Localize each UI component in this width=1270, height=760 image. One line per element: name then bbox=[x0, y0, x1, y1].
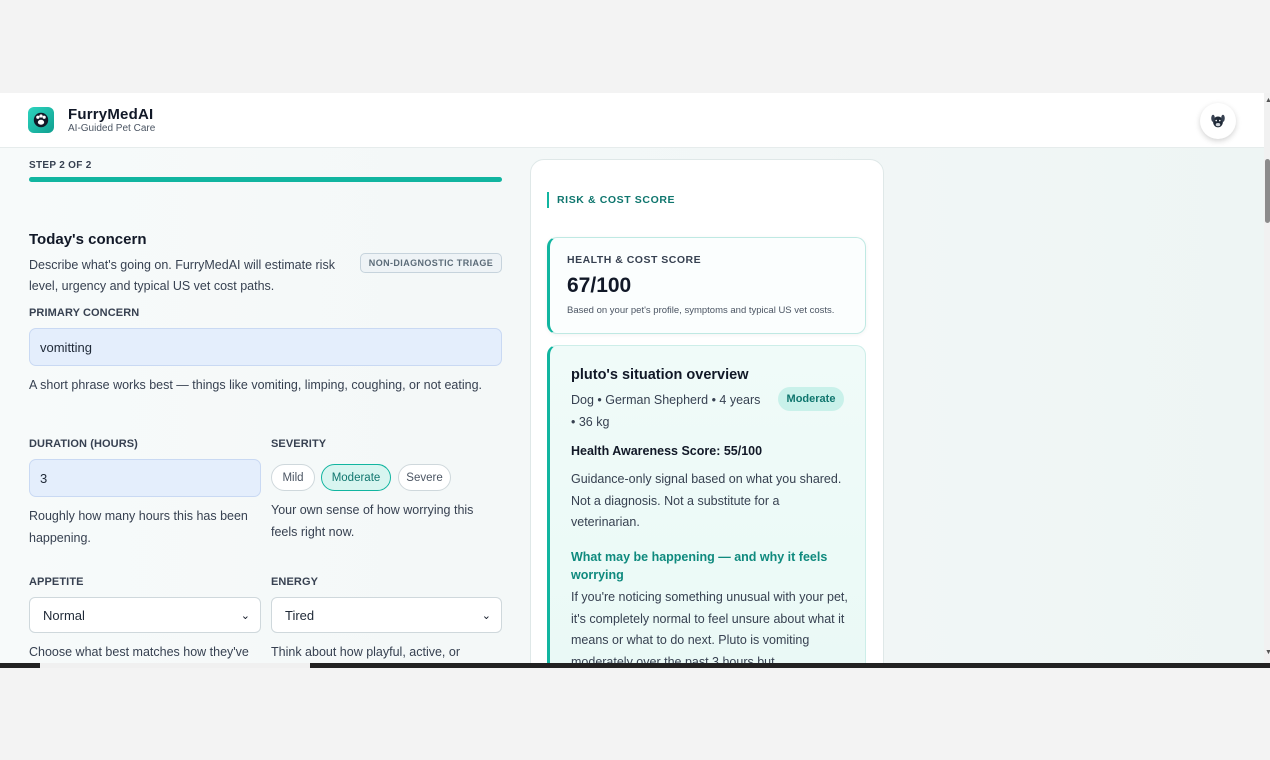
scroll-up-icon[interactable]: ▲ bbox=[1265, 97, 1270, 104]
step-progress-fill bbox=[29, 177, 502, 182]
duration-label: DURATION (HOURS) bbox=[29, 438, 138, 450]
panel-heading: RISK & COST SCORE bbox=[547, 192, 675, 208]
overview-subheading: What may be happening — and why it feels… bbox=[571, 550, 828, 582]
brand-tagline: AI-Guided Pet Care bbox=[68, 123, 156, 134]
overview-body: If you're noticing something unusual wit… bbox=[571, 590, 848, 663]
scrollbar-thumb[interactable] bbox=[1265, 159, 1270, 223]
step-label: STEP 2 OF 2 bbox=[29, 160, 92, 171]
score-label: HEALTH & COST SCORE bbox=[567, 254, 702, 266]
appetite-helper: Choose what best matches how they've bbox=[29, 645, 249, 659]
guidance-note: Guidance-only signal based on what you s… bbox=[571, 472, 842, 529]
dog-avatar-icon[interactable] bbox=[1200, 103, 1236, 139]
duration-input[interactable] bbox=[29, 459, 261, 497]
score-note: Based on your pet's profile, symptoms an… bbox=[567, 305, 835, 316]
paw-icon[interactable] bbox=[28, 107, 54, 133]
awareness-score: Health Awareness Score: 55/100 bbox=[571, 444, 763, 458]
severity-option-moderate[interactable]: Moderate bbox=[321, 464, 391, 491]
scroll-down-icon[interactable]: ▼ bbox=[1265, 649, 1270, 656]
chevron-down-icon: ⌄ bbox=[481, 609, 491, 622]
energy-label: ENERGY bbox=[271, 576, 319, 588]
app-viewport: FurryMedAI AI-Guided Pet Care STEP 2 OF … bbox=[0, 93, 1270, 663]
energy-select-value: Tired bbox=[285, 607, 315, 623]
energy-select[interactable]: Tired ⌄ bbox=[271, 597, 502, 633]
overview-pet-details: Dog • German Shepherd • 4 years • 36 kg bbox=[571, 393, 761, 429]
energy-helper: Think about how playful, active, or bbox=[271, 645, 460, 659]
brand-title[interactable]: FurryMedAI bbox=[68, 106, 153, 123]
step-progress-bar bbox=[29, 177, 502, 182]
severity-option-severe[interactable]: Severe bbox=[398, 464, 451, 491]
appetite-select-value: Normal bbox=[43, 607, 85, 623]
severity-helper: Your own sense of how worrying this feel… bbox=[271, 503, 474, 539]
triage-badge: NON-DIAGNOSTIC TRIAGE bbox=[360, 253, 502, 273]
severity-option-mild[interactable]: Mild bbox=[271, 464, 315, 491]
section-description: Describe what's going on. FurryMedAI wil… bbox=[29, 258, 335, 293]
score-value: 67/100 bbox=[567, 274, 632, 297]
primary-concern-helper: A short phrase works best — things like … bbox=[29, 378, 483, 392]
appetite-select[interactable]: Normal ⌄ bbox=[29, 597, 261, 633]
duration-helper: Roughly how many hours this has been hap… bbox=[29, 509, 248, 545]
bottom-bar-highlight bbox=[40, 663, 310, 668]
appetite-label: APPETITE bbox=[29, 576, 84, 588]
overview-title: pluto's situation overview bbox=[571, 367, 749, 383]
chevron-down-icon: ⌄ bbox=[240, 609, 250, 622]
primary-concern-input[interactable] bbox=[29, 328, 502, 366]
section-title: Today's concern bbox=[29, 231, 147, 248]
risk-level-badge: Moderate bbox=[778, 387, 844, 411]
severity-label: SEVERITY bbox=[271, 438, 327, 450]
primary-concern-label: PRIMARY CONCERN bbox=[29, 307, 140, 319]
app-header: FurryMedAI AI-Guided Pet Care bbox=[0, 93, 1264, 148]
